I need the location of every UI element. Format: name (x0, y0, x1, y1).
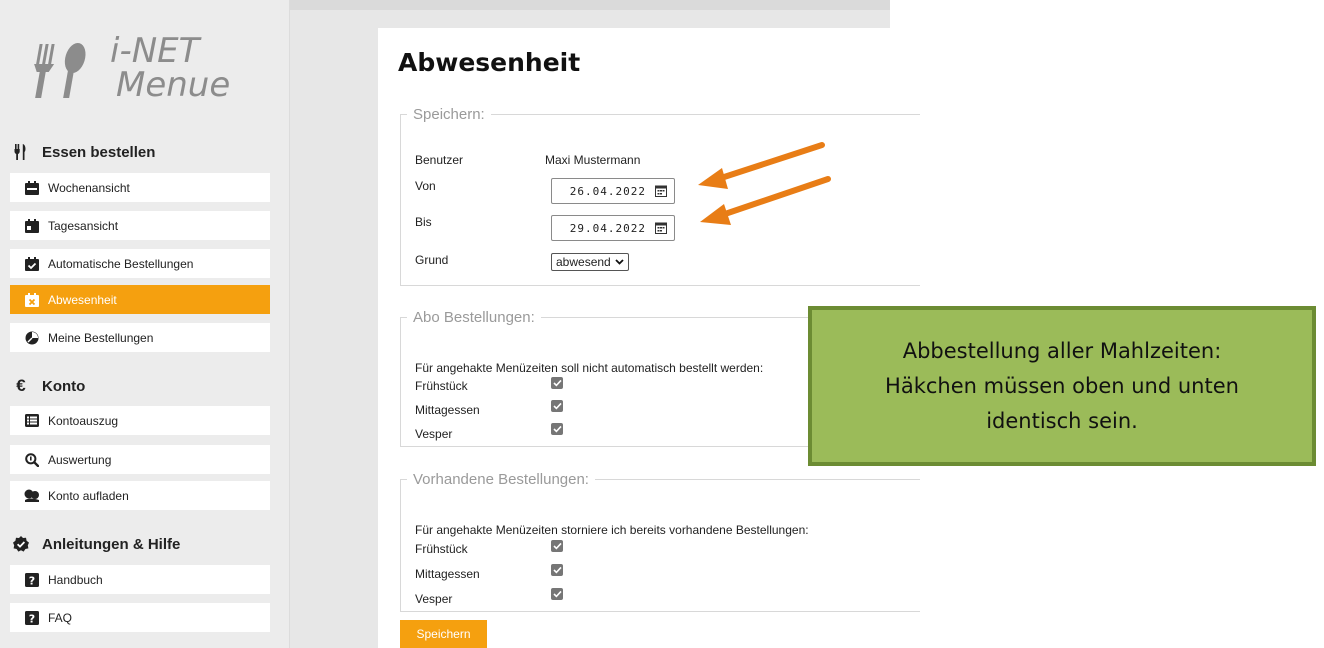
question-square-icon: ? (24, 572, 40, 588)
section-title: Konto (42, 377, 86, 395)
svg-text:?: ? (29, 612, 35, 625)
fieldset-vorhandene-bestellungen: Vorhandene Bestellungen: Für angehakte M… (400, 471, 920, 612)
user-value: Maxi Mustermann (545, 153, 641, 167)
abo-checkbox-vesper[interactable] (551, 423, 563, 435)
section-title: Essen bestellen (42, 143, 156, 161)
sidebar-item-abwesenheit[interactable]: Abwesenheit (10, 285, 270, 314)
pie-chart-icon (24, 330, 40, 346)
sidebar-item-automatische-bestellungen[interactable]: Automatische Bestellungen (10, 249, 270, 278)
calendar-picker-icon[interactable] (655, 185, 667, 197)
callout-line-2: Häkchen müssen oben und unten (885, 373, 1239, 398)
to-label: Bis (415, 215, 432, 229)
section-konto: € Konto (12, 374, 85, 398)
fieldset-legend: Vorhandene Bestellungen: (413, 471, 589, 488)
section-anleitungen-hilfe: Anleitungen & Hilfe (12, 532, 180, 556)
sidebar-item-wochenansicht[interactable]: Wochenansicht (10, 173, 270, 202)
app-logo[interactable]: i-NET Menue (34, 34, 274, 114)
calendar-day-icon (24, 218, 40, 234)
sidebar-item-label: Meine Bestellungen (48, 330, 154, 345)
logo-text: i-NET Menue (110, 34, 230, 102)
sidebar-item-faq[interactable]: ? FAQ (10, 603, 270, 632)
calendar-x-icon (24, 292, 40, 308)
page-title: Abwesenheit (398, 48, 581, 77)
checkmark-icon (552, 425, 562, 433)
badge-check-icon (12, 536, 30, 552)
checkmark-icon (552, 402, 562, 410)
sidebar-item-label: Automatische Bestellungen (48, 256, 194, 271)
hand-coin-icon (24, 488, 40, 504)
question-square-icon: ? (24, 610, 40, 626)
abo-checkbox-mittagessen[interactable] (551, 400, 563, 412)
top-bar (290, 0, 890, 10)
sidebar-item-tagesansicht[interactable]: Tagesansicht (10, 211, 270, 240)
to-date-input[interactable]: 29.04.2022 (551, 215, 675, 241)
sidebar-item-label: Wochenansicht (48, 180, 130, 195)
fieldset-legend: Abo Bestellungen: (413, 309, 535, 326)
existing-checkbox-mittagessen[interactable] (551, 564, 563, 576)
abo-checkbox-fruehstueck[interactable] (551, 377, 563, 389)
reason-select[interactable]: abwesend (551, 253, 629, 271)
existing-checkbox-vesper[interactable] (551, 588, 563, 600)
calendar-picker-icon[interactable] (655, 222, 667, 234)
logo-line-2: Menue (116, 65, 231, 105)
fieldset-speichern: Speichern: Benutzer Maxi Mustermann Von … (400, 106, 920, 286)
checkmark-icon (552, 566, 562, 574)
checkmark-icon (552, 542, 562, 550)
from-date-value: 26.04.2022 (569, 184, 646, 198)
checkmark-icon (552, 379, 562, 387)
fork-knife-icon (12, 144, 30, 160)
sidebar-item-kontoauszug[interactable]: Kontoauszug (10, 406, 270, 435)
to-date-value: 29.04.2022 (569, 221, 646, 235)
reason-select-value: abwesend (556, 255, 611, 269)
section-title: Anleitungen & Hilfe (42, 535, 181, 553)
from-label: Von (415, 179, 436, 193)
abo-description: Für angehakte Menüzeiten soll nicht auto… (415, 361, 764, 375)
sidebar-item-label: Tagesansicht (48, 218, 119, 233)
sidebar-item-label: Auswertung (48, 452, 112, 467)
callout-line-3: identisch sein. (986, 408, 1138, 433)
checkmark-icon (552, 590, 562, 598)
list-icon (24, 413, 40, 429)
fieldset-legend: Speichern: (413, 106, 485, 123)
sidebar-item-meine-bestellungen[interactable]: Meine Bestellungen (10, 323, 270, 352)
annotation-callout: Abbestellung aller Mahlzeiten: Häkchen m… (808, 306, 1316, 466)
svg-text:?: ? (29, 574, 35, 587)
existing-checkbox-fruehstueck[interactable] (551, 540, 563, 552)
calendar-week-icon (24, 180, 40, 196)
sidebar-item-label: Abwesenheit (48, 292, 117, 307)
magnifier-icon (24, 452, 40, 468)
sidebar-item-handbuch[interactable]: ? Handbuch (10, 565, 270, 594)
abo-meal-label-vesper: Vesper (415, 427, 453, 441)
sidebar-item-auswertung[interactable]: Auswertung (10, 445, 270, 474)
section-essen-bestellen: Essen bestellen (12, 140, 155, 164)
euro-icon: € (16, 376, 26, 395)
existing-description: Für angehakte Menüzeiten storniere ich b… (415, 523, 809, 537)
existing-meal-label-mittagessen: Mittagessen (415, 567, 480, 581)
reason-label: Grund (415, 253, 449, 267)
sidebar: i-NET Menue Essen bestellen Wochenansich… (0, 0, 290, 648)
existing-meal-label-fruehstueck: Frühstück (415, 542, 468, 556)
logo-line-1: i-NET (110, 31, 200, 71)
sidebar-item-label: Konto aufladen (48, 488, 129, 503)
abo-meal-label-fruehstueck: Frühstück (415, 379, 468, 393)
from-date-input[interactable]: 26.04.2022 (551, 178, 675, 204)
calendar-check-icon (24, 256, 40, 272)
existing-meal-label-vesper: Vesper (415, 592, 453, 606)
callout-line-1: Abbestellung aller Mahlzeiten: (902, 338, 1222, 363)
save-button[interactable]: Speichern (400, 620, 487, 648)
cutlery-logo-icon (34, 43, 86, 98)
abo-meal-label-mittagessen: Mittagessen (415, 403, 480, 417)
chevron-down-icon (615, 259, 624, 265)
user-label: Benutzer (415, 153, 464, 167)
sidebar-item-label: FAQ (48, 610, 73, 625)
sidebar-item-label: Handbuch (48, 572, 103, 587)
sidebar-item-label: Kontoauszug (48, 413, 119, 428)
sidebar-item-konto-aufladen[interactable]: Konto aufladen (10, 481, 270, 510)
